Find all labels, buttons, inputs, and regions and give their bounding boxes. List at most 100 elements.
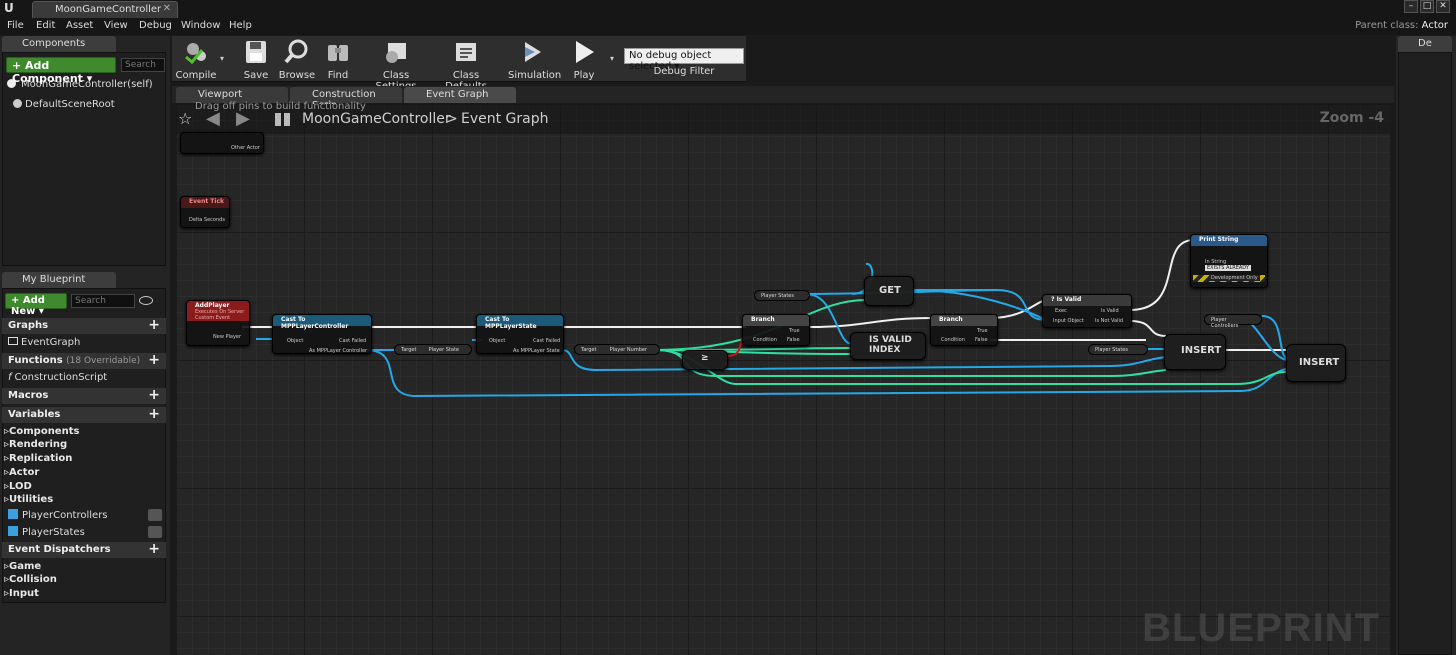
menu-help[interactable]: Help: [229, 20, 252, 31]
player-states-getter-2[interactable]: Player States: [1088, 344, 1148, 355]
macros-header[interactable]: Macros +: [2, 387, 166, 404]
event-graph-canvas[interactable]: ☆ ◀ ▶ MoonGameController > Event Graph Z…: [176, 104, 1390, 655]
false-pin[interactable]: False: [787, 337, 800, 343]
compare-node[interactable]: ≥: [682, 350, 728, 370]
add-component-button[interactable]: + Add Component ▾: [6, 57, 116, 85]
menu-edit[interactable]: Edit: [36, 20, 55, 31]
add-player-node[interactable]: AddPlayer Executes On Server Custom Even…: [186, 300, 250, 346]
cast-failed-pin[interactable]: Cast Failed: [533, 338, 560, 344]
target-pin[interactable]: Target: [401, 347, 416, 353]
var-category-lod[interactable]: ▹LOD: [4, 481, 32, 492]
component-default-scene-root[interactable]: DefaultSceneRoot: [13, 99, 115, 110]
var-category-actor[interactable]: ▹Actor: [4, 467, 39, 478]
menu-file[interactable]: File: [7, 20, 24, 31]
insert-node-2[interactable]: INSERT: [1286, 344, 1346, 382]
var-category-rendering[interactable]: ▹Rendering: [4, 439, 67, 450]
event-tick-node[interactable]: Event Tick Delta Seconds: [180, 196, 230, 228]
overlap-event-node[interactable]: Other Actor: [180, 132, 264, 154]
dispatcher-category-game[interactable]: ▹Game: [4, 561, 41, 572]
cast-to-state-node[interactable]: Cast To MPPLayerState Object Cast Failed…: [476, 314, 564, 354]
component-self[interactable]: MoonGameController(self): [7, 79, 153, 90]
dispatcher-category-input[interactable]: ▹Input: [4, 588, 39, 599]
is-valid-pin[interactable]: Is Valid: [1101, 308, 1119, 314]
find-button[interactable]: Find: [320, 39, 356, 81]
var-player-states[interactable]: PlayerStates: [8, 526, 166, 538]
minimize-button[interactable]: –: [1404, 0, 1418, 13]
compile-button[interactable]: Compile: [174, 39, 218, 81]
close-tab-icon[interactable]: ✕: [163, 3, 171, 14]
object-pin[interactable]: Object: [287, 338, 303, 344]
visibility-toggle-icon[interactable]: [148, 526, 162, 538]
true-pin[interactable]: True: [789, 328, 800, 334]
true-pin[interactable]: True: [977, 328, 988, 334]
play-button[interactable]: Play: [566, 39, 602, 81]
player-controllers-getter[interactable]: Player Controllers: [1204, 314, 1262, 329]
menu-asset[interactable]: Asset: [66, 20, 93, 31]
graphs-header[interactable]: Graphs +: [2, 317, 166, 334]
target-pin[interactable]: Target: [581, 347, 596, 353]
add-graph-icon[interactable]: +: [148, 317, 160, 333]
close-button[interactable]: ✕: [1436, 0, 1450, 13]
var-player-controllers[interactable]: PlayerControllers: [8, 509, 166, 521]
player-state-pin[interactable]: Player State: [429, 347, 459, 353]
other-actor-pin[interactable]: Other Actor: [231, 145, 260, 151]
get-node[interactable]: GET: [864, 276, 914, 306]
branch-node-2[interactable]: Branch Condition True False: [930, 314, 998, 346]
details-tab[interactable]: De: [1398, 36, 1452, 52]
add-macro-icon[interactable]: +: [148, 387, 160, 403]
cast-to-controller-node[interactable]: Cast To MPPLayerController Object Cast F…: [272, 314, 372, 354]
dispatcher-category-collision[interactable]: ▹Collision: [4, 574, 57, 585]
delta-seconds-pin[interactable]: Delta Seconds: [189, 217, 225, 223]
as-state-pin[interactable]: As MPPLayer State: [513, 348, 560, 354]
condition-pin[interactable]: Condition: [941, 337, 965, 343]
my-blueprint-tab[interactable]: My Blueprint: [2, 272, 116, 288]
new-player-pin[interactable]: New Player: [213, 334, 241, 340]
components-search-input[interactable]: Search: [121, 58, 165, 72]
input-object-pin[interactable]: Input Object: [1053, 318, 1084, 324]
is-not-valid-pin[interactable]: Is Not Valid: [1095, 318, 1123, 324]
print-string-node[interactable]: Print String In String EXISTS ALREADY De…: [1190, 234, 1268, 288]
is-valid-index-node[interactable]: IS VALID INDEX: [850, 332, 926, 360]
add-dispatcher-icon[interactable]: +: [148, 541, 160, 557]
player-number-getter[interactable]: Target Player Number: [574, 344, 660, 355]
menu-window[interactable]: Window: [181, 20, 220, 31]
branch-node-1[interactable]: Branch Condition True False: [742, 314, 810, 346]
construction-script-item[interactable]: f ConstructionScript: [8, 372, 107, 383]
exec-pin[interactable]: Exec: [1055, 308, 1067, 314]
parent-class-value[interactable]: Actor: [1422, 20, 1448, 31]
class-settings-button[interactable]: Class Settings: [362, 39, 430, 92]
menu-debug[interactable]: Debug: [139, 20, 172, 31]
player-states-getter[interactable]: Player States: [754, 290, 810, 301]
add-new-button[interactable]: + Add New ▾: [5, 293, 67, 317]
my-blueprint-search-input[interactable]: Search: [71, 294, 135, 308]
as-controller-pin[interactable]: As MPPLayer Controller: [309, 348, 367, 354]
condition-pin[interactable]: Condition: [753, 337, 777, 343]
var-category-utilities[interactable]: ▹Utilities: [4, 494, 53, 505]
var-category-replication[interactable]: ▹Replication: [4, 453, 72, 464]
false-pin[interactable]: False: [975, 337, 988, 343]
save-button[interactable]: Save: [238, 39, 274, 81]
player-state-getter[interactable]: Target Player State: [394, 344, 472, 355]
play-options-icon[interactable]: ▾: [610, 54, 614, 63]
maximize-button[interactable]: □: [1420, 0, 1434, 13]
tab-event-graph[interactable]: Event Graph: [404, 87, 516, 103]
document-tab[interactable]: MoonGameController ✕: [32, 1, 178, 18]
debug-object-select[interactable]: No debug object selected ▾: [624, 48, 744, 72]
menu-view[interactable]: View: [104, 20, 128, 31]
variables-header[interactable]: Variables +: [2, 406, 166, 423]
event-graph-item[interactable]: EventGraph: [8, 337, 80, 348]
insert-node-1[interactable]: INSERT: [1164, 334, 1226, 370]
visibility-eye-icon[interactable]: [139, 296, 153, 305]
visibility-toggle-icon[interactable]: [148, 509, 162, 521]
add-variable-icon[interactable]: +: [148, 406, 160, 422]
var-category-components[interactable]: ▹Components: [4, 426, 79, 437]
object-pin[interactable]: Object: [489, 338, 505, 344]
in-string-value[interactable]: EXISTS ALREADY: [1205, 265, 1251, 271]
event-dispatchers-header[interactable]: Event Dispatchers +: [2, 541, 166, 558]
is-valid-node[interactable]: ? Is Valid Exec Input Object Is Valid Is…: [1042, 294, 1132, 328]
compile-options-icon[interactable]: ▾: [220, 54, 224, 63]
functions-header[interactable]: Functions (18 Overridable) +: [2, 352, 166, 369]
cast-failed-pin[interactable]: Cast Failed: [339, 338, 366, 344]
simulation-button[interactable]: Simulation: [508, 39, 561, 81]
components-tab[interactable]: Components: [2, 36, 116, 52]
